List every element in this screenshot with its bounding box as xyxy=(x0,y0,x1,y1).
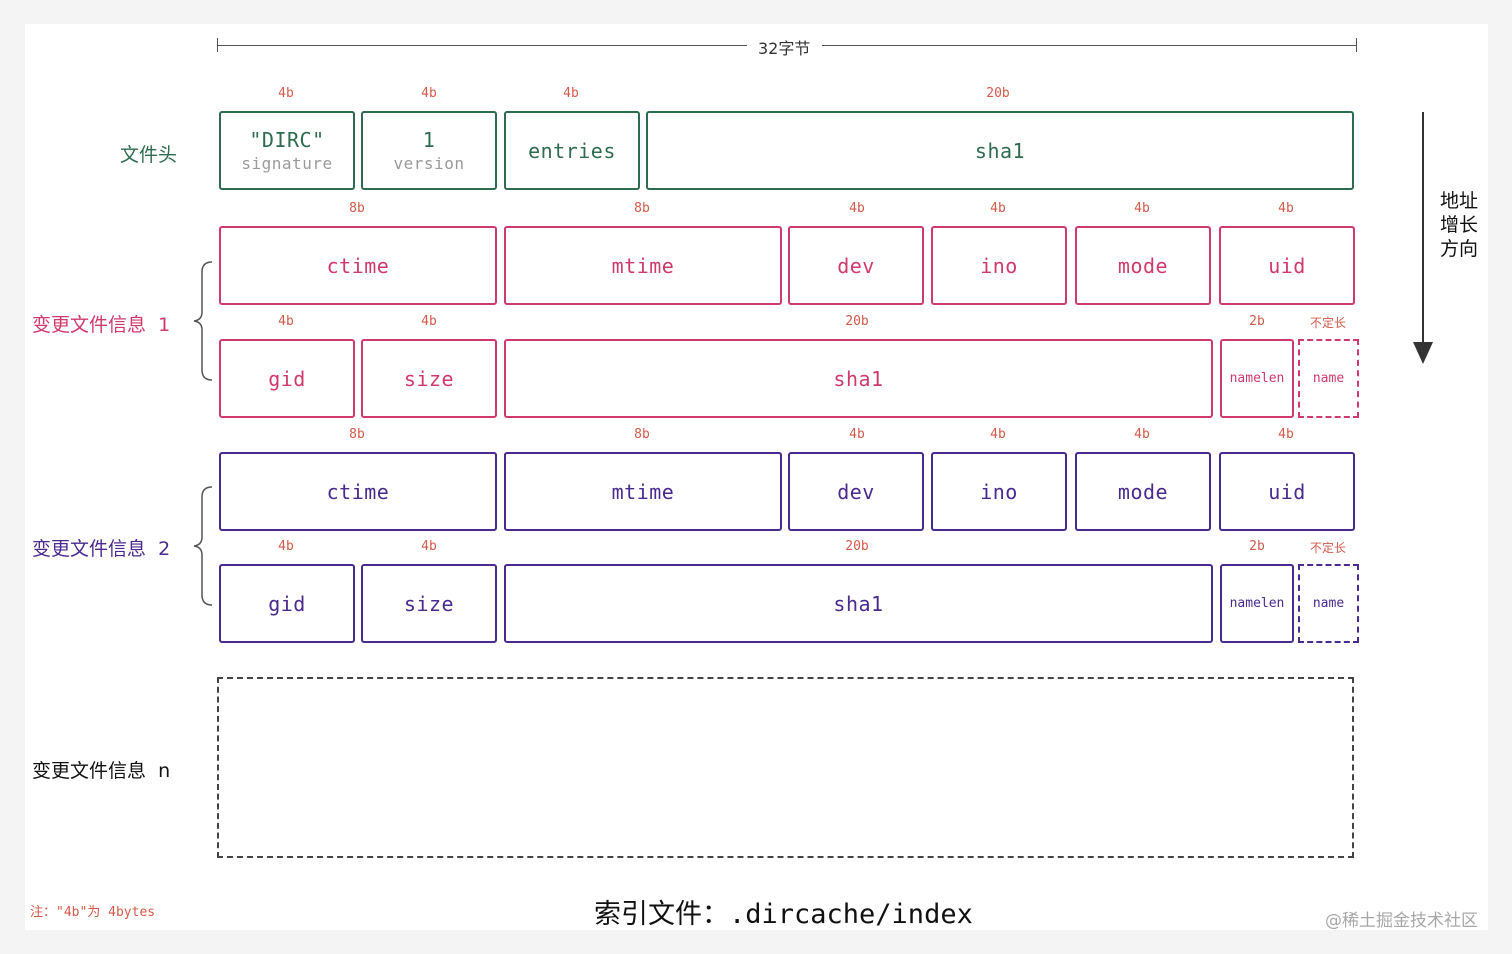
field-value: size xyxy=(403,366,455,391)
size-label: 4b xyxy=(563,86,579,101)
direction-label-line: 地址 xyxy=(1440,190,1479,212)
size-label: 4b xyxy=(1278,427,1294,442)
field-value: dev xyxy=(837,253,875,278)
size-label: 20b xyxy=(845,314,869,329)
uid-field: uid xyxy=(1219,452,1355,531)
size-label: 4b xyxy=(849,427,865,442)
size-label: 4b xyxy=(278,86,294,101)
entry-n-label: 变更文件信息 n xyxy=(32,760,171,782)
field-value: namelen xyxy=(1229,596,1285,611)
ino-field: ino xyxy=(931,452,1067,531)
entry-1-brace xyxy=(193,261,213,381)
field-value: 1 xyxy=(422,128,436,152)
field-value: uid xyxy=(1268,253,1306,278)
footnote: 注："4b"为 4bytes xyxy=(30,905,156,920)
down-arrow-icon xyxy=(1413,112,1433,364)
dev-field: dev xyxy=(788,226,924,305)
mtime-field: mtime xyxy=(504,226,782,305)
direction-label-line: 方向 xyxy=(1440,238,1479,260)
size-label: 4b xyxy=(1134,201,1150,216)
size-label: 4b xyxy=(1134,427,1150,442)
size-label: 8b xyxy=(349,427,365,442)
ino-field: ino xyxy=(931,226,1067,305)
field-value: gid xyxy=(268,591,306,616)
mode-field: mode xyxy=(1075,226,1211,305)
namelen-field: namelen xyxy=(1220,339,1294,418)
size-field: size xyxy=(361,564,497,643)
field-value: sha1 xyxy=(833,591,884,616)
size-label: 4b xyxy=(421,539,437,554)
field-value: sha1 xyxy=(974,138,1026,163)
size-label: 4b xyxy=(278,539,294,554)
size-label: 4b xyxy=(849,201,865,216)
field-value: ctime xyxy=(326,479,390,504)
field-value: uid xyxy=(1268,479,1306,504)
direction-label: 地址 增长 方向 xyxy=(1440,189,1478,261)
size-label: 8b xyxy=(634,201,650,216)
entry-1-label: 变更文件信息 1 xyxy=(32,314,171,336)
size-label: 8b xyxy=(349,201,365,216)
entry-n-placeholder xyxy=(217,677,1354,858)
watermark: @稀土掘金技术社区 xyxy=(1325,911,1478,931)
field-value: mtime xyxy=(611,479,675,504)
entry-sha1-field: sha1 xyxy=(504,564,1213,643)
size-label: 4b xyxy=(421,314,437,329)
field-value: entries xyxy=(528,138,616,163)
mode-field: mode xyxy=(1075,452,1211,531)
size-label: 20b xyxy=(986,86,1010,101)
size-label: 2b xyxy=(1249,539,1265,554)
ruler-label: 32字节 xyxy=(758,39,811,58)
size-label: 不定长 xyxy=(1309,316,1347,330)
field-value: name xyxy=(1312,596,1345,611)
field-value: ctime xyxy=(326,253,390,278)
ctime-field: ctime xyxy=(219,452,497,531)
field-value: namelen xyxy=(1229,371,1285,386)
size-label: 4b xyxy=(990,427,1006,442)
field-value: gid xyxy=(268,366,306,391)
size-label: 2b xyxy=(1249,314,1265,329)
size-label: 4b xyxy=(421,86,437,101)
field-value: mtime xyxy=(611,253,675,278)
size-label: 4b xyxy=(278,314,294,329)
mtime-field: mtime xyxy=(504,452,782,531)
size-field: size xyxy=(361,339,497,418)
namelen-field: namelen xyxy=(1220,564,1294,643)
size-label: 8b xyxy=(634,427,650,442)
field-value: name xyxy=(1312,371,1345,386)
gid-field: gid xyxy=(219,564,355,643)
field-value: size xyxy=(403,591,455,616)
entries-field: entries xyxy=(504,111,640,190)
size-label: 20b xyxy=(845,539,869,554)
uid-field: uid xyxy=(1219,226,1355,305)
field-value: dev xyxy=(837,479,875,504)
field-value: mode xyxy=(1117,253,1169,278)
gid-field: gid xyxy=(219,339,355,418)
version-field: 1 version xyxy=(361,111,497,190)
diagram-caption: 索引文件：.dircache/index xyxy=(594,899,973,930)
size-label: 4b xyxy=(990,201,1006,216)
field-caption: version xyxy=(393,154,465,173)
direction-label-line: 增长 xyxy=(1440,214,1479,236)
name-field: name xyxy=(1298,564,1359,643)
file-header-label: 文件头 xyxy=(120,144,178,166)
entry-sha1-field: sha1 xyxy=(504,339,1213,418)
size-label: 4b xyxy=(1278,201,1294,216)
signature-field: "DIRC" signature xyxy=(219,111,355,190)
dev-field: dev xyxy=(788,452,924,531)
entry-2-brace xyxy=(193,486,213,606)
header-sha1-field: sha1 xyxy=(646,111,1354,190)
field-value: mode xyxy=(1117,479,1169,504)
field-value: ino xyxy=(980,479,1018,504)
ctime-field: ctime xyxy=(219,226,497,305)
name-field: name xyxy=(1298,339,1359,418)
field-value: "DIRC" xyxy=(249,128,325,152)
size-label: 不定长 xyxy=(1309,541,1347,555)
entry-2-label: 变更文件信息 2 xyxy=(32,538,171,560)
field-value: sha1 xyxy=(833,366,884,391)
field-value: ino xyxy=(980,253,1018,278)
field-caption: signature xyxy=(241,154,333,173)
